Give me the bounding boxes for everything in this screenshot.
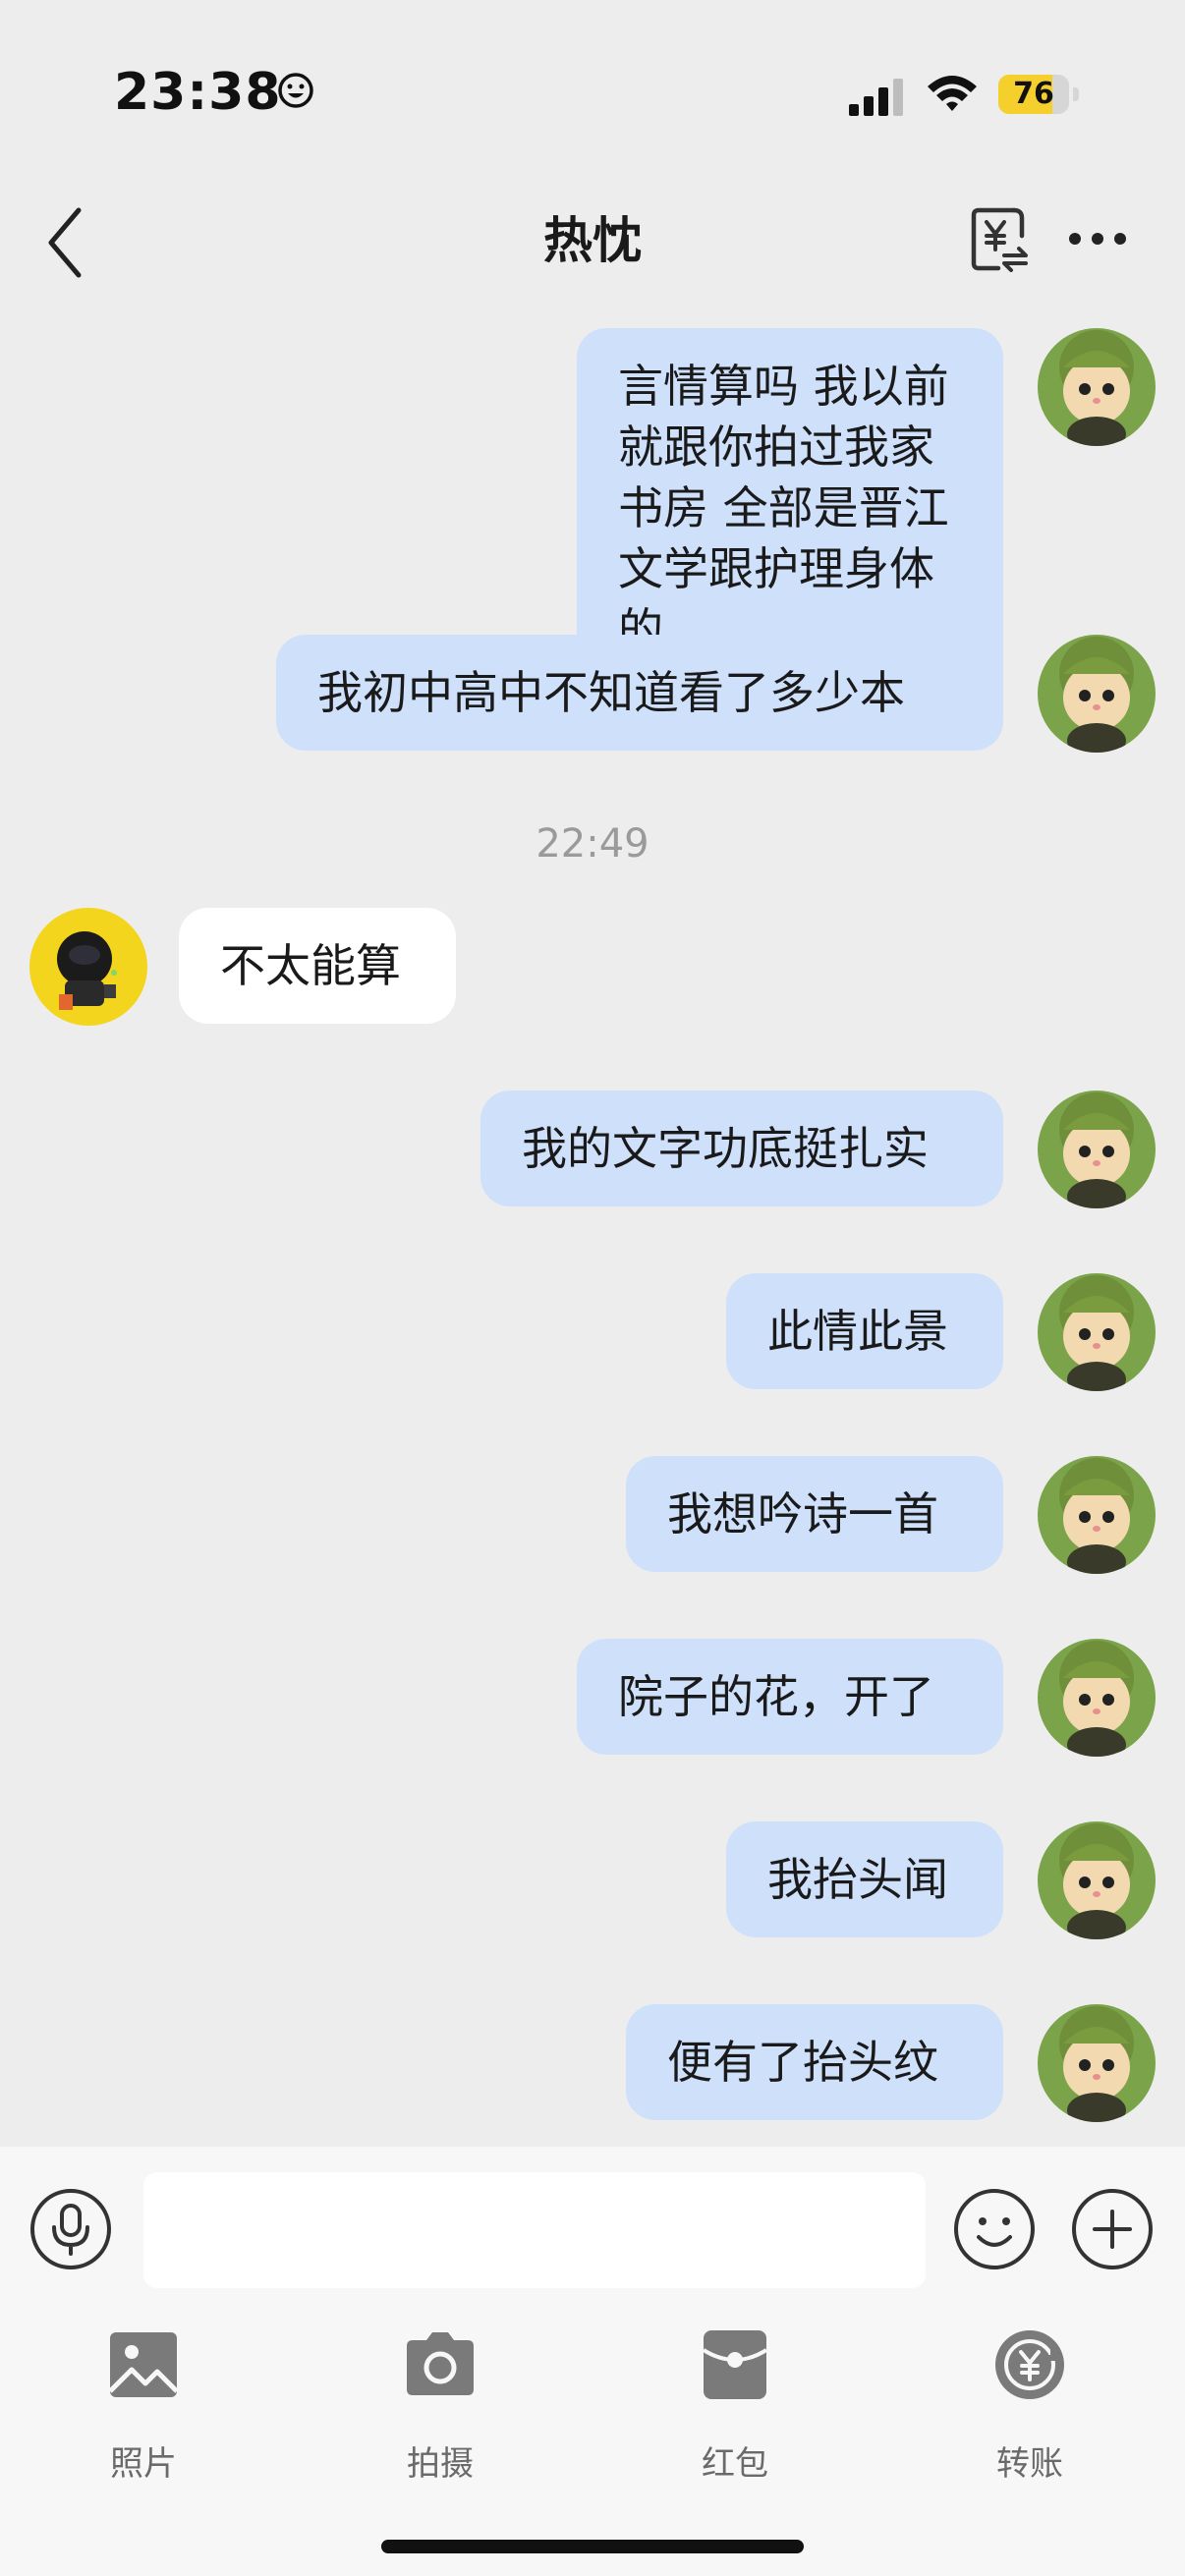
- self-avatar[interactable]: [1038, 635, 1156, 753]
- cellular-signal-icon: [849, 79, 903, 116]
- self-avatar[interactable]: [1038, 1091, 1156, 1208]
- action-red-packet[interactable]: 红包: [637, 2328, 833, 2495]
- self-avatar[interactable]: [1038, 1639, 1156, 1757]
- action-transfer[interactable]: 转账: [931, 2328, 1128, 2495]
- message-list[interactable]: 言情算吗 我以前就跟你拍过我家书房 全部是晋江文学跟护理身体的 我初中高中不知道…: [0, 324, 1185, 2147]
- photo-icon: [108, 2332, 179, 2397]
- message-bubble-self[interactable]: 我想吟诗一首: [626, 1456, 1003, 1572]
- action-label: 红包: [702, 2444, 768, 2484]
- message-bubble-self[interactable]: 我抬头闻: [726, 1821, 1003, 1937]
- voice-input-button[interactable]: [29, 2188, 112, 2270]
- action-camera[interactable]: 拍摄: [342, 2328, 538, 2495]
- self-avatar[interactable]: [1038, 2004, 1156, 2122]
- more-options-icon[interactable]: [1067, 220, 1128, 257]
- back-button[interactable]: [39, 198, 94, 287]
- contact-avatar[interactable]: [29, 908, 147, 1026]
- chat-header: 热忱: [0, 187, 1185, 324]
- message-bubble-self[interactable]: 我的文字功底挺扎实: [480, 1091, 1003, 1206]
- battery-level: 76: [1013, 77, 1054, 111]
- currency-exchange-icon[interactable]: [969, 202, 1032, 275]
- home-indicator[interactable]: [381, 2540, 804, 2553]
- transfer-icon: [995, 2330, 1064, 2399]
- action-label: 照片: [110, 2444, 177, 2484]
- message-bubble-self[interactable]: 我初中高中不知道看了多少本: [276, 635, 1003, 751]
- self-avatar[interactable]: [1038, 1821, 1156, 1939]
- red-packet-icon: [702, 2330, 768, 2399]
- action-label: 拍摄: [407, 2444, 474, 2484]
- more-actions-button[interactable]: [1071, 2188, 1154, 2270]
- status-time: 23:38: [114, 63, 282, 122]
- message-bubble-self[interactable]: 便有了抬头纹: [626, 2004, 1003, 2120]
- message-bubble-self[interactable]: 此情此景: [726, 1273, 1003, 1389]
- emoji-button[interactable]: [953, 2188, 1036, 2270]
- input-bar: [0, 2147, 1185, 2309]
- battery-indicator: 76: [998, 75, 1079, 114]
- wifi-icon: [928, 76, 977, 111]
- message-bubble-self[interactable]: 院子的花，开了: [577, 1639, 1003, 1755]
- message-timestamp: 22:49: [536, 821, 649, 867]
- action-photo[interactable]: 照片: [45, 2328, 242, 2495]
- message-input[interactable]: [143, 2172, 926, 2288]
- focus-smiley-icon: [278, 73, 313, 108]
- status-bar: 23:38 76: [0, 0, 1185, 187]
- self-avatar[interactable]: [1038, 328, 1156, 446]
- self-avatar[interactable]: [1038, 1273, 1156, 1391]
- message-bubble-contact[interactable]: 不太能算: [179, 908, 456, 1024]
- action-label: 转账: [996, 2444, 1063, 2484]
- action-panel: 照片 拍摄 红包 转账: [0, 2309, 1185, 2576]
- self-avatar[interactable]: [1038, 1456, 1156, 1574]
- camera-icon: [407, 2332, 474, 2395]
